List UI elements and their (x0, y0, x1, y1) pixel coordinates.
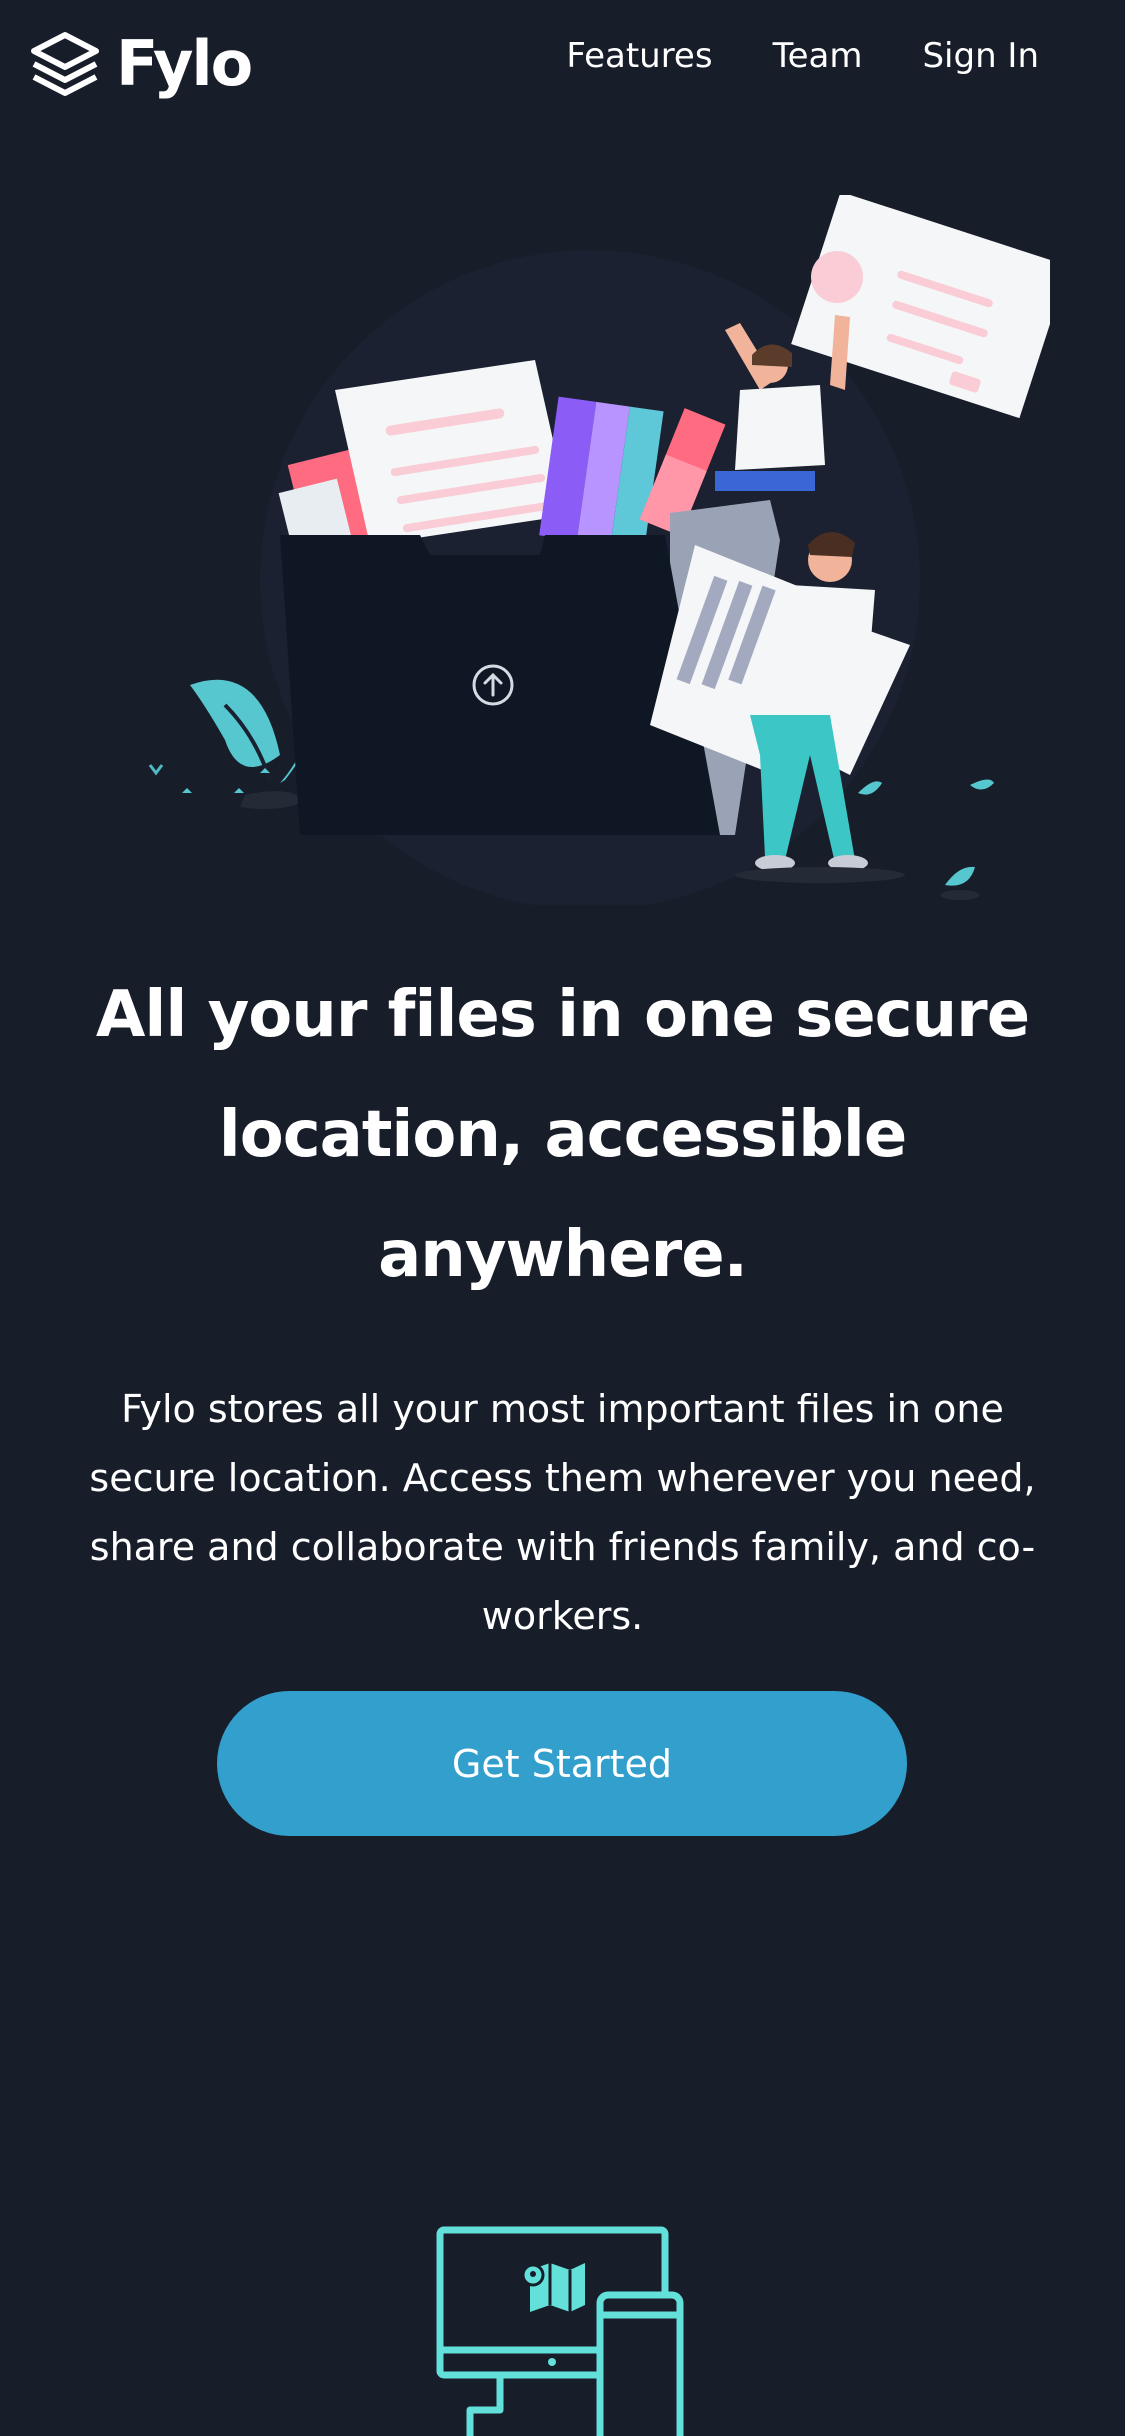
map-icon (521, 2263, 585, 2312)
nav-link-team[interactable]: Team (773, 32, 863, 80)
nav-link-sign-in[interactable]: Sign In (922, 32, 1039, 80)
site-header: Fylo Features Team Sign In (0, 0, 1125, 120)
stacked-layers-icon (31, 32, 99, 96)
brand-logo[interactable]: Fylo (28, 22, 253, 106)
get-started-button[interactable]: Get Started (217, 1691, 907, 1836)
hero-description: Fylo stores all your most important file… (89, 1387, 1036, 1638)
main-nav: Features Team Sign In (566, 32, 1039, 80)
devices-map-icon (436, 2226, 684, 2436)
leaves-decoration (858, 779, 994, 900)
people-uploading-files-illustration (148, 195, 1050, 905)
brand-name: Fylo (116, 27, 253, 100)
nav-link-features[interactable]: Features (566, 32, 712, 80)
hero-headline: All your files in one secure location, a… (95, 978, 1030, 1292)
